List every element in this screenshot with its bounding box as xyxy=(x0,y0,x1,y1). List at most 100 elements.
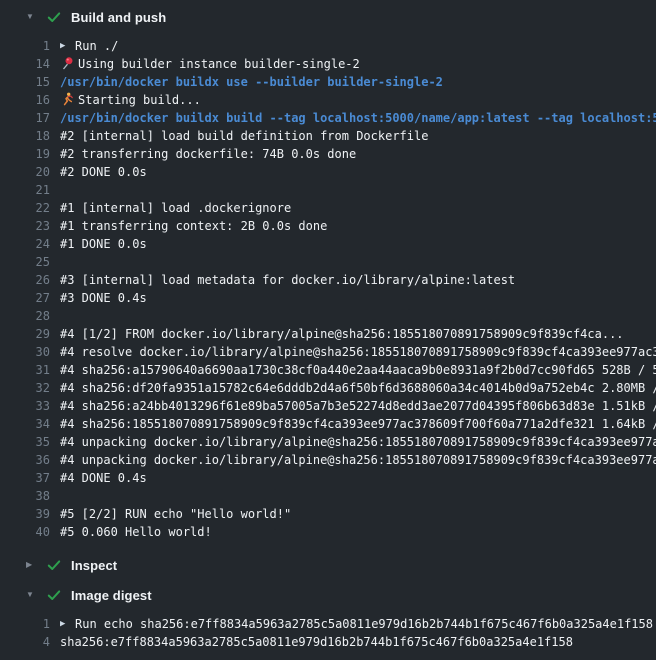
log-text: #4 [1/2] FROM docker.io/library/alpine@s… xyxy=(60,325,624,343)
log-line: 32#4 sha256:df20fa9351a15782c64e6dddb2d4… xyxy=(0,379,656,397)
section-title: Build and push xyxy=(71,10,166,25)
line-number[interactable]: 20 xyxy=(0,163,60,181)
chevron-down-icon[interactable]: ▼ xyxy=(26,591,38,599)
line-number[interactable]: 26 xyxy=(0,271,60,289)
log-line: 38 xyxy=(0,487,656,505)
line-number[interactable]: 25 xyxy=(0,253,60,271)
line-number[interactable]: 1 xyxy=(0,37,60,55)
line-number[interactable]: 24 xyxy=(0,235,60,253)
line-number[interactable]: 32 xyxy=(0,379,60,397)
log-text: #4 DONE 0.4s xyxy=(60,469,147,487)
log-text-content: /usr/bin/docker buildx use --builder bui… xyxy=(60,75,443,89)
line-number[interactable]: 22 xyxy=(0,199,60,217)
log-text: #4 resolve docker.io/library/alpine@sha2… xyxy=(60,343,656,361)
line-number[interactable]: 30 xyxy=(0,343,60,361)
log-line: 31#4 sha256:a15790640a6690aa1730c38cf0a4… xyxy=(0,361,656,379)
line-number[interactable]: 40 xyxy=(0,523,60,541)
log-text-content: #5 [2/2] RUN echo "Hello world!" xyxy=(60,507,291,521)
section-image-digest: ▼Image digest 1▶Run echo sha256:e7ff8834a… xyxy=(0,580,656,660)
log-text-content: #2 [internal] load build definition from… xyxy=(60,129,428,143)
line-number[interactable]: 29 xyxy=(0,325,60,343)
line-number[interactable]: 36 xyxy=(0,451,60,469)
line-number[interactable]: 17 xyxy=(0,109,60,127)
log-text: Starting build... xyxy=(60,91,201,109)
log-text: Using builder instance builder-single-2 xyxy=(60,55,360,73)
run-expand-icon[interactable]: ▶ xyxy=(60,615,75,633)
section-header-image-digest[interactable]: ▼Image digest xyxy=(0,580,656,610)
log-text: #1 DONE 0.0s xyxy=(60,235,147,253)
log-line: 1▶Run ./ xyxy=(0,37,656,55)
log-text-content: #4 sha256:a24bb4013296f61e89ba57005a7b3e… xyxy=(60,399,656,413)
log-text-content: #4 sha256:185518070891758909c9f839cf4ca3… xyxy=(60,417,656,431)
log-line: 36#4 unpacking docker.io/library/alpine@… xyxy=(0,451,656,469)
chevron-down-icon[interactable]: ▼ xyxy=(26,13,38,21)
log-text: #5 [2/2] RUN echo "Hello world!" xyxy=(60,505,291,523)
line-number[interactable]: 33 xyxy=(0,397,60,415)
line-number[interactable]: 27 xyxy=(0,289,60,307)
log-line: 21 xyxy=(0,181,656,199)
log-text-content: Using builder instance builder-single-2 xyxy=(78,57,360,71)
line-number[interactable]: 21 xyxy=(0,181,60,199)
log-text-content: #4 unpacking docker.io/library/alpine@sh… xyxy=(60,453,656,467)
log-text: ▶Run ./ xyxy=(60,37,118,55)
log-line: 30#4 resolve docker.io/library/alpine@sh… xyxy=(0,343,656,361)
log-text: #4 unpacking docker.io/library/alpine@sh… xyxy=(60,451,656,469)
line-number[interactable]: 15 xyxy=(0,73,60,91)
line-number[interactable]: 28 xyxy=(0,307,60,325)
section-build-and-push: ▼ Build and push 1▶Run ./14 Using builder i… xyxy=(0,2,656,550)
log-text: #4 sha256:a15790640a6690aa1730c38cf0a440… xyxy=(60,361,656,379)
log-text-content: #4 sha256:a15790640a6690aa1730c38cf0a440… xyxy=(60,363,656,377)
log-text-content: #5 0.060 Hello world! xyxy=(60,525,212,539)
line-number[interactable]: 39 xyxy=(0,505,60,523)
section-title: Inspect xyxy=(71,558,117,573)
line-number[interactable]: 37 xyxy=(0,469,60,487)
success-check-icon xyxy=(46,587,62,603)
log-text: #5 0.060 Hello world! xyxy=(60,523,212,541)
log-text-content: /usr/bin/docker buildx build --tag local… xyxy=(60,111,656,125)
line-number[interactable]: 31 xyxy=(0,361,60,379)
line-number[interactable]: 34 xyxy=(0,415,60,433)
log-line: 14 Using builder instance builder-single-… xyxy=(0,55,656,73)
log-text: #3 [internal] load metadata for docker.i… xyxy=(60,271,515,289)
log-line: 23#1 transferring context: 2B 0.0s done xyxy=(0,217,656,235)
log-line: 4sha256:e7ff8834a5963a2785c5a0811e979d16… xyxy=(0,633,656,651)
chevron-right-icon[interactable]: ▶ xyxy=(26,561,38,569)
log-line: 39#5 [2/2] RUN echo "Hello world!" xyxy=(0,505,656,523)
line-number[interactable]: 38 xyxy=(0,487,60,505)
log-text: #4 sha256:185518070891758909c9f839cf4ca3… xyxy=(60,415,656,433)
log-line: 1▶Run echo sha256:e7ff8834a5963a2785c5a0… xyxy=(0,615,656,633)
log-line: 16 Starting build... xyxy=(0,91,656,109)
line-number[interactable]: 19 xyxy=(0,145,60,163)
log-text-content: #4 sha256:df20fa9351a15782c64e6dddb2d4a6… xyxy=(60,381,656,395)
run-expand-icon[interactable]: ▶ xyxy=(60,37,75,55)
section-header-build-and-push[interactable]: ▼ Build and push xyxy=(0,2,656,32)
log-text: /usr/bin/docker buildx build --tag local… xyxy=(60,109,656,127)
line-number[interactable]: 1 xyxy=(0,615,60,633)
log-text-content: Starting build... xyxy=(78,93,201,107)
line-number[interactable]: 23 xyxy=(0,217,60,235)
line-number[interactable]: 16 xyxy=(0,91,60,109)
log-text-content: #4 resolve docker.io/library/alpine@sha2… xyxy=(60,345,656,359)
line-number[interactable]: 18 xyxy=(0,127,60,145)
section-header-inspect[interactable]: ▶ Inspect xyxy=(0,550,656,580)
line-number[interactable]: 35 xyxy=(0,433,60,451)
log-line: 19#2 transferring dockerfile: 74B 0.0s d… xyxy=(0,145,656,163)
section-log-image-digest: 1▶Run echo sha256:e7ff8834a5963a2785c5a0… xyxy=(0,610,656,660)
log-line: 17/usr/bin/docker buildx build --tag loc… xyxy=(0,109,656,127)
log-line: 27#3 DONE 0.4s xyxy=(0,289,656,307)
log-line: 20#2 DONE 0.0s xyxy=(0,163,656,181)
section-inspect: ▶ Inspect xyxy=(0,550,656,580)
log-text: sha256:e7ff8834a5963a2785c5a0811e979d16b… xyxy=(60,633,573,651)
log-text-content: #4 unpacking docker.io/library/alpine@sh… xyxy=(60,435,656,449)
log-line: 26#3 [internal] load metadata for docker… xyxy=(0,271,656,289)
log-line: 34#4 sha256:185518070891758909c9f839cf4c… xyxy=(0,415,656,433)
log-text-content: #2 DONE 0.0s xyxy=(60,165,147,179)
log-text: #4 sha256:df20fa9351a15782c64e6dddb2d4a6… xyxy=(60,379,656,397)
workflow-log: ▼Build and push1▶Run ./14Using builder i… xyxy=(0,0,656,660)
line-number[interactable]: 14 xyxy=(0,55,60,73)
log-text-content: #1 transferring context: 2B 0.0s done xyxy=(60,219,327,233)
log-text: #3 DONE 0.4s xyxy=(60,289,147,307)
line-number[interactable]: 4 xyxy=(0,633,60,651)
log-line: 22#1 [internal] load .dockerignore xyxy=(0,199,656,217)
log-line: 18#2 [internal] load build definition fr… xyxy=(0,127,656,145)
